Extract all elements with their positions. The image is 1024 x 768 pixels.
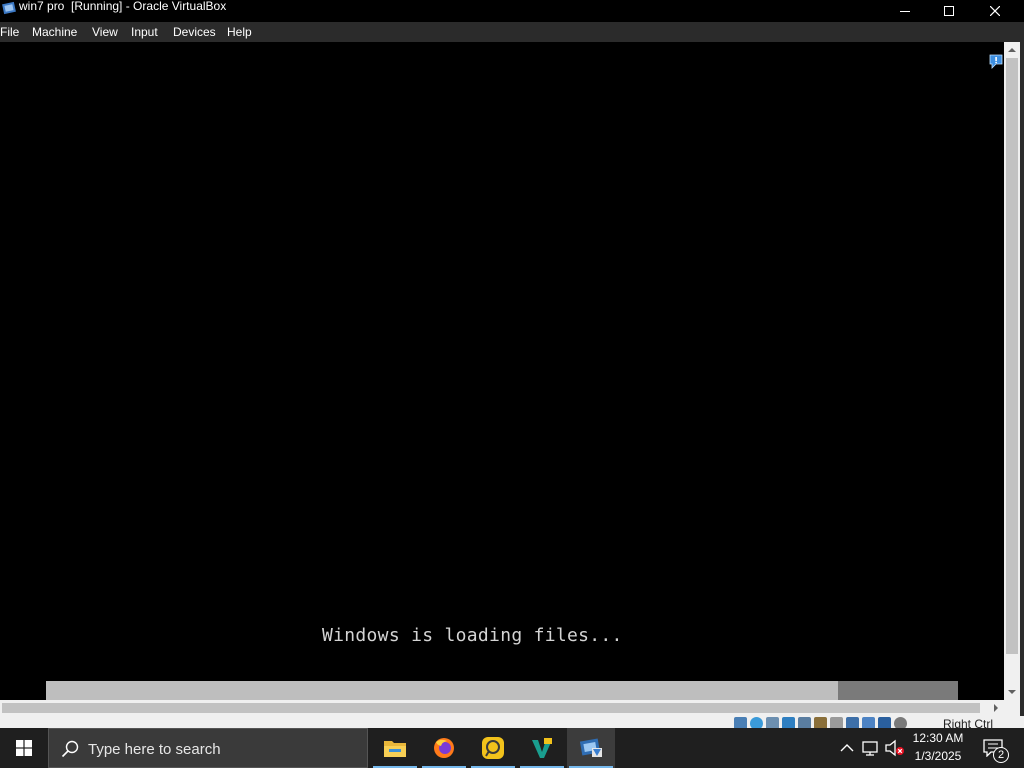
window-border <box>1020 42 1024 728</box>
firefox-icon <box>434 738 454 758</box>
horizontal-scroll-thumb[interactable] <box>2 703 980 713</box>
optical-drive-icon[interactable] <box>750 717 763 728</box>
clock-time[interactable]: 12:30 AM <box>905 731 971 745</box>
scroll-right-button[interactable] <box>988 700 1004 716</box>
title-bar: win7 pro [Running] - Oracle VirtualBox <box>0 0 1024 22</box>
keyboard-icon[interactable] <box>894 717 907 728</box>
scroll-down-button[interactable] <box>1004 684 1020 700</box>
menu-file[interactable]: File <box>0 22 19 42</box>
search-icon <box>61 740 79 758</box>
close-icon <box>990 6 1000 16</box>
taskbar: Type here to search 12:30 AM 1/3/2025 2 <box>0 728 1024 768</box>
taskbar-search-box[interactable]: Type here to search <box>48 728 368 768</box>
window-title: win7 pro [Running] - Oracle VirtualBox <box>19 0 227 13</box>
display-icon[interactable] <box>830 717 843 728</box>
menu-bar: File Machine View Input Devices Help <box>0 22 1024 42</box>
menu-view[interactable]: View <box>92 22 118 42</box>
usb-icon[interactable] <box>798 717 811 728</box>
shared-folders-icon[interactable] <box>814 717 827 728</box>
clock-date[interactable]: 1/3/2025 <box>905 749 971 763</box>
maximize-button[interactable] <box>926 0 972 22</box>
file-explorer-icon <box>384 741 406 757</box>
search-placeholder: Type here to search <box>88 741 221 758</box>
network-tray-icon[interactable] <box>861 739 879 757</box>
virtualization-icon[interactable] <box>862 717 875 728</box>
chevron-down-icon <box>1008 690 1016 694</box>
taskbar-app[interactable] <box>469 728 517 768</box>
chevron-up-icon <box>1008 48 1016 52</box>
info-notification-icon[interactable] <box>988 54 1004 70</box>
maximize-icon <box>944 6 954 16</box>
virtualbox-manager-icon <box>532 738 552 758</box>
scroll-up-button[interactable] <box>1004 42 1020 58</box>
minimize-icon <box>900 11 910 12</box>
start-button[interactable] <box>0 728 48 768</box>
menu-input[interactable]: Input <box>131 22 158 42</box>
loading-progress-bar <box>46 681 958 700</box>
app-icon <box>482 737 504 759</box>
taskbar-virtualbox-vm[interactable] <box>567 728 615 768</box>
taskbar-firefox[interactable] <box>420 728 468 768</box>
notification-count-badge: 2 <box>993 747 1009 763</box>
vertical-scroll-thumb[interactable] <box>1006 58 1018 654</box>
horizontal-scrollbar[interactable] <box>0 700 1004 716</box>
loading-progress-fill <box>46 681 838 700</box>
hard-disk-icon[interactable] <box>734 717 747 728</box>
mouse-integration-icon[interactable] <box>878 717 891 728</box>
vertical-scrollbar[interactable] <box>1004 42 1020 700</box>
loading-message: Windows is loading files... <box>322 625 623 646</box>
audio-icon[interactable] <box>766 717 779 728</box>
menu-devices[interactable]: Devices <box>173 22 216 42</box>
status-icons <box>734 717 907 728</box>
close-button[interactable] <box>972 0 1018 22</box>
taskbar-file-explorer[interactable] <box>371 728 419 768</box>
show-hidden-icons-icon[interactable] <box>839 740 855 756</box>
menu-help[interactable]: Help <box>227 22 252 42</box>
vm-display[interactable]: Windows is loading files... <box>0 42 1004 700</box>
minimize-button[interactable] <box>882 0 928 22</box>
taskbar-virtualbox-manager[interactable] <box>518 728 566 768</box>
virtualbox-icon <box>2 1 16 15</box>
network-icon[interactable] <box>782 717 795 728</box>
video-capture-icon[interactable] <box>846 717 859 728</box>
volume-muted-icon[interactable] <box>885 739 905 757</box>
action-center-button[interactable]: 2 <box>978 728 1018 768</box>
host-key-label[interactable]: Right Ctrl <box>943 718 993 729</box>
menu-machine[interactable]: Machine <box>32 22 77 42</box>
chevron-right-icon <box>994 704 998 712</box>
windows-logo-icon <box>16 740 32 756</box>
vm-status-bar: Right Ctrl <box>0 716 1024 728</box>
virtualbox-vm-icon <box>579 738 602 757</box>
